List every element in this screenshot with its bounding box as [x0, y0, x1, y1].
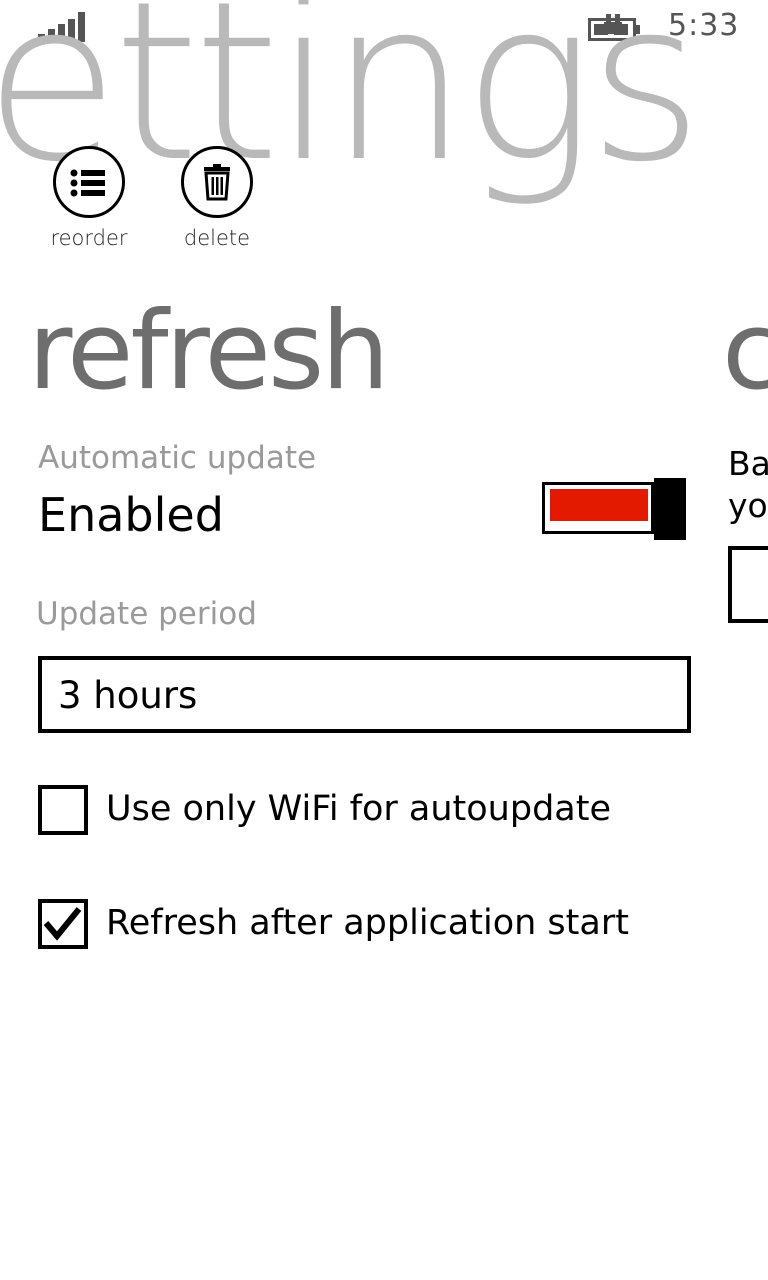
next-panel-input[interactable]	[728, 546, 768, 623]
wifi-only-label: Use only WiFi for autoupdate	[106, 789, 612, 829]
update-period-value: 3 hours	[58, 674, 198, 717]
trash-icon	[181, 146, 253, 218]
automatic-update-toggle[interactable]	[542, 478, 688, 542]
checkmark-icon	[43, 907, 82, 941]
reorder-button[interactable]: reorder	[34, 146, 144, 250]
update-period-label: Update period	[36, 596, 257, 632]
update-period-picker[interactable]: 3 hours	[38, 656, 691, 733]
automatic-update-label: Automatic update	[38, 440, 317, 476]
automatic-update-value: Enabled	[38, 488, 224, 542]
delete-label: delete	[183, 226, 251, 250]
reorder-label: reorder	[50, 226, 128, 250]
toggle-knob[interactable]	[654, 478, 686, 540]
toggle-fill	[550, 489, 648, 521]
next-panel-text-line1: Bac	[728, 444, 768, 483]
refresh-on-start-label: Refresh after application start	[106, 903, 629, 943]
list-icon	[53, 146, 125, 218]
next-panel-text-line2: yo	[728, 486, 768, 525]
settings-screen: 5:33 ettings reorder delete refresh c Au…	[0, 0, 768, 1280]
wifi-only-checkbox[interactable]	[38, 785, 88, 835]
delete-button[interactable]: delete	[162, 146, 272, 250]
pivot-header-next[interactable]: c	[722, 298, 768, 406]
pivot-header-refresh[interactable]: refresh	[28, 298, 390, 406]
refresh-on-start-checkbox[interactable]	[38, 899, 88, 949]
